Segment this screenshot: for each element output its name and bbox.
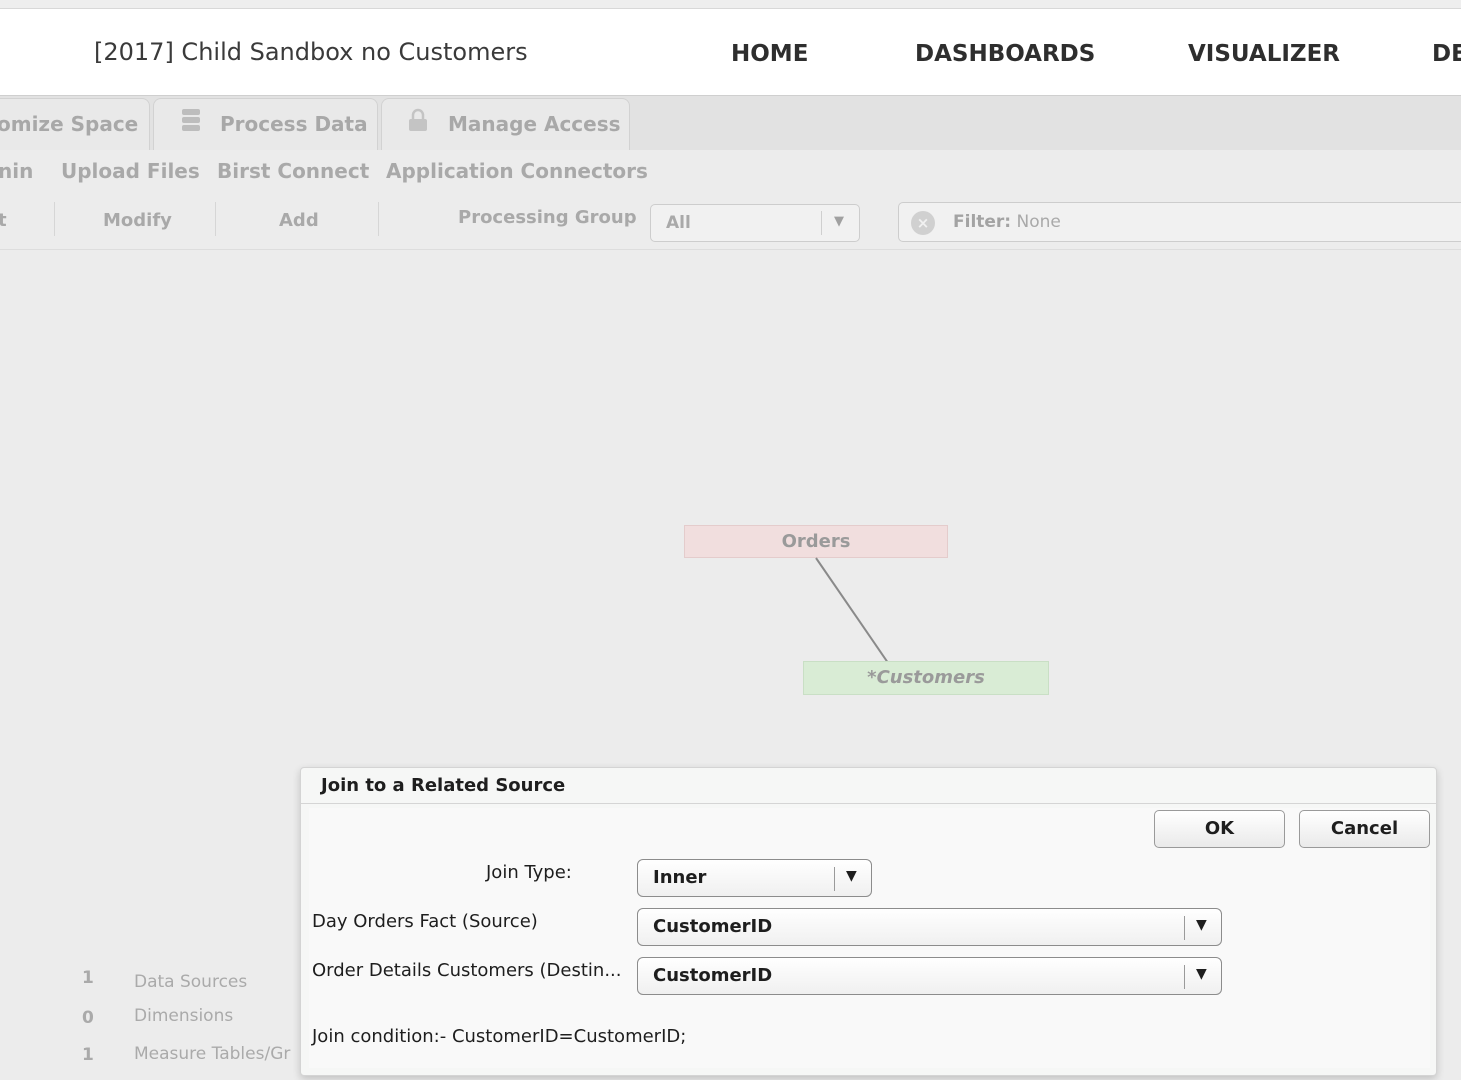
module-tabs: omize Space Process Data Manage Access: [0, 96, 1461, 150]
tab-label: Manage Access: [448, 112, 621, 136]
toolbar-divider: [215, 202, 216, 236]
clear-filter-icon[interactable]: ×: [911, 211, 935, 235]
tab-process-data[interactable]: Process Data: [153, 98, 378, 150]
stat-count-measure-tables: 1: [82, 1045, 94, 1065]
destination-column-label: Order Details Customers (Destin...: [312, 960, 622, 981]
join-condition-text: Join condition:- CustomerID=CustomerID;: [312, 1026, 687, 1047]
dialog-body: OK Cancel Join Type: Inner ▼ Day Orders …: [309, 808, 1430, 1068]
chevron-down-icon: ▼: [846, 868, 857, 884]
ok-button[interactable]: OK: [1154, 810, 1285, 848]
join-type-value: Inner: [653, 867, 707, 888]
chevron-down-icon: ▼: [834, 214, 844, 229]
tab-customize-space[interactable]: omize Space: [0, 98, 150, 150]
source-column-label: Day Orders Fact (Source): [312, 911, 538, 932]
stat-label-measure-tables: Measure Tables/Gr: [134, 1044, 291, 1064]
tab-label: omize Space: [0, 112, 139, 136]
toolbar-divider: [54, 202, 55, 236]
join-type-label: Join Type:: [486, 862, 572, 883]
filter-value: None: [1016, 212, 1061, 232]
toolbar-cut[interactable]: t: [0, 210, 7, 231]
stat-count-data-sources: 1: [82, 968, 94, 988]
space-title: [2017] Child Sandbox no Customers: [94, 38, 528, 66]
join-dialog: Join to a Related Source OK Cancel Join …: [300, 767, 1437, 1076]
lock-icon: [406, 101, 430, 151]
orders-node-label: Orders: [781, 531, 851, 552]
nav-home[interactable]: HOME: [731, 41, 808, 67]
chevron-down-icon: ▼: [1196, 917, 1207, 933]
toolbar-add[interactable]: Add: [279, 210, 319, 231]
select-divider: [821, 211, 822, 235]
processing-group-value: All: [666, 213, 691, 233]
subnav-upload-files[interactable]: Upload Files: [61, 159, 200, 183]
tab-label: Process Data: [220, 112, 368, 136]
subnav-birst-connect[interactable]: Birst Connect: [217, 159, 369, 183]
tab-manage-access[interactable]: Manage Access: [381, 98, 630, 150]
select-divider: [1184, 965, 1185, 989]
subnav-admin[interactable]: nin: [0, 159, 33, 183]
stat-label-dimensions: Dimensions: [134, 1006, 234, 1026]
filter-box[interactable]: × Filter: None: [898, 202, 1461, 242]
toolbar-modify[interactable]: Modify: [103, 210, 172, 231]
nav-dashboards[interactable]: DASHBOARDS: [915, 41, 1095, 67]
toolbar: t Modify Add Processing Group All ▼ × Fi…: [0, 194, 1461, 250]
toolbar-divider: [378, 202, 379, 236]
top-strip: [0, 0, 1461, 9]
customers-node[interactable]: *Customers: [803, 661, 1049, 695]
database-icon: [180, 101, 202, 151]
processing-group-label: Processing Group: [458, 207, 637, 228]
nav-designer[interactable]: DE: [1432, 41, 1461, 67]
stat-label-data-sources: Data Sources: [134, 972, 248, 992]
dialog-title: Join to a Related Source: [321, 775, 566, 796]
source-column-select[interactable]: CustomerID ▼: [637, 908, 1222, 946]
filter-label: Filter:: [953, 212, 1012, 232]
destination-column-value: CustomerID: [653, 965, 773, 986]
subnav-application-connectors[interactable]: Application Connectors: [386, 159, 648, 183]
select-divider: [834, 867, 835, 891]
dialog-title-divider: [301, 803, 1436, 804]
destination-column-select[interactable]: CustomerID ▼: [637, 957, 1222, 995]
filter-text: Filter: None: [953, 212, 1061, 232]
processing-group-select[interactable]: All ▼: [650, 204, 860, 242]
orders-node[interactable]: Orders: [684, 525, 948, 558]
sub-navigation: nin Upload Files Birst Connect Applicati…: [0, 150, 1461, 194]
join-type-select[interactable]: Inner ▼: [637, 859, 872, 897]
stat-count-dimensions: 0: [82, 1008, 94, 1028]
cancel-button[interactable]: Cancel: [1299, 810, 1430, 848]
app-header: [2017] Child Sandbox no Customers HOME D…: [0, 9, 1461, 96]
nav-visualizer[interactable]: VISUALIZER: [1188, 41, 1340, 67]
chevron-down-icon: ▼: [1196, 966, 1207, 982]
customers-node-label: *Customers: [867, 667, 985, 688]
source-column-value: CustomerID: [653, 916, 773, 937]
select-divider: [1184, 916, 1185, 940]
